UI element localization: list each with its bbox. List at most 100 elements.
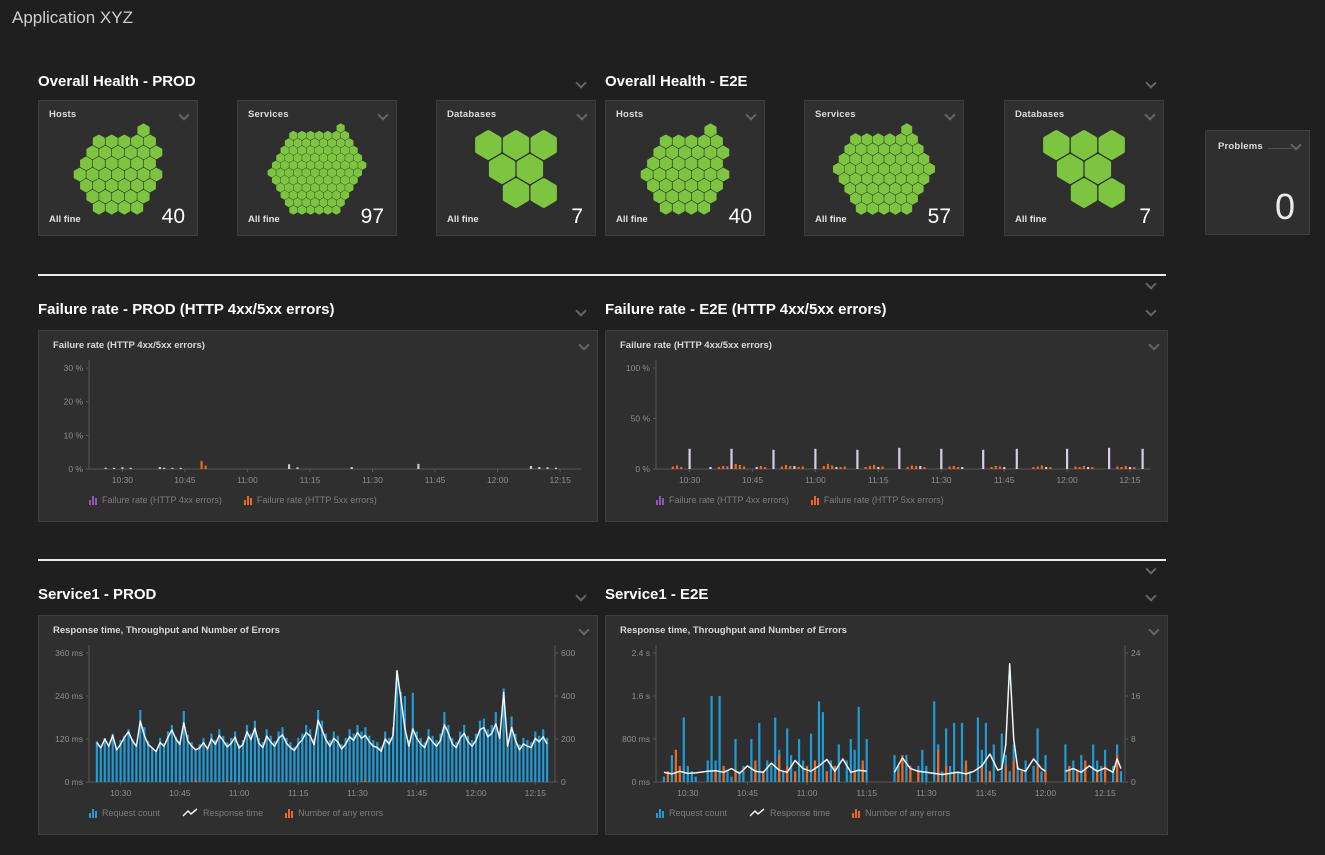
- health-tile-databases-e2e[interactable]: Databases All fine 7: [1004, 100, 1164, 236]
- tile-count: 97: [361, 205, 384, 229]
- legend-item[interactable]: Failure rate (HTTP 4xx errors): [89, 495, 222, 505]
- health-tile-services-prod[interactable]: Services All fine 97: [237, 100, 397, 236]
- section-title-service-e2e: Service1 - E2E: [605, 586, 708, 603]
- legend-item[interactable]: Response time: [749, 808, 830, 818]
- svg-text:11:30: 11:30: [931, 475, 952, 485]
- svg-text:10:45: 10:45: [169, 788, 191, 798]
- svg-text:12:15: 12:15: [525, 788, 547, 798]
- health-tile-hosts-prod[interactable]: Hosts All fine 40: [38, 100, 198, 236]
- chevron-down-icon[interactable]: [1291, 141, 1301, 151]
- svg-text:200: 200: [561, 734, 575, 744]
- chevron-down-icon[interactable]: [1145, 111, 1155, 121]
- svg-text:0 ms: 0 ms: [632, 777, 650, 787]
- chevron-down-icon[interactable]: [1149, 341, 1159, 351]
- svg-text:0: 0: [1131, 777, 1136, 787]
- chart-legend: Request count Response time Number of any …: [89, 808, 383, 818]
- legend-label: Failure rate (HTTP 4xx errors): [669, 495, 789, 505]
- chevron-down-icon[interactable]: [577, 111, 587, 121]
- chevron-down-icon[interactable]: [579, 626, 589, 636]
- bar-series-icon: [89, 809, 97, 818]
- chevron-down-icon[interactable]: [945, 111, 955, 121]
- chevron-down-icon[interactable]: [579, 341, 589, 351]
- legend-label: Failure rate (HTTP 5xx errors): [257, 495, 377, 505]
- bar-series-icon: [811, 496, 819, 505]
- legend-item[interactable]: Failure rate (HTTP 4xx errors): [656, 495, 789, 505]
- tile-label: Services: [815, 109, 856, 120]
- svg-text:50 %: 50 %: [631, 414, 651, 424]
- health-tile-hosts-e2e[interactable]: Hosts All fine 40: [605, 100, 765, 236]
- hexagon-cluster: [446, 123, 586, 215]
- tile-label: Services: [248, 109, 289, 120]
- legend-item[interactable]: Request count: [656, 808, 727, 818]
- chart-legend: Failure rate (HTTP 4xx errors) Failure ra…: [89, 495, 377, 505]
- chart-canvas[interactable]: 0 %50 %100 %10:3010:4511:0011:1511:3011:…: [606, 331, 1167, 521]
- tile-label: Databases: [447, 109, 496, 120]
- svg-text:10:30: 10:30: [112, 475, 134, 485]
- hexagon-cluster: [48, 123, 188, 215]
- chart-tile-service-prod[interactable]: 0 ms120 ms240 ms360 ms020040060010:3010:…: [38, 615, 598, 835]
- svg-text:100 %: 100 %: [626, 363, 651, 373]
- chevron-down-icon[interactable]: [179, 111, 189, 121]
- chevron-down-icon[interactable]: [1146, 565, 1156, 575]
- svg-text:400: 400: [561, 691, 575, 701]
- bar-series-icon: [285, 809, 293, 818]
- svg-text:10:45: 10:45: [174, 475, 196, 485]
- hexagon-cluster: [1014, 123, 1154, 215]
- svg-text:30 %: 30 %: [64, 363, 84, 373]
- legend-item[interactable]: Number of any errors: [285, 808, 383, 818]
- problems-tile[interactable]: Problems 0: [1205, 130, 1310, 235]
- chart-tile-service-e2e[interactable]: 0 ms800 ms1.6 s2.4 s08162410:3010:4511:0…: [605, 615, 1168, 835]
- chevron-down-icon[interactable]: [576, 592, 586, 602]
- svg-text:11:45: 11:45: [406, 788, 427, 798]
- tile-status: All fine: [1015, 214, 1047, 225]
- svg-text:12:00: 12:00: [1035, 788, 1057, 798]
- line-series-icon: [182, 808, 198, 818]
- svg-text:10 %: 10 %: [64, 430, 84, 440]
- legend-item[interactable]: Failure rate (HTTP 5xx errors): [811, 495, 944, 505]
- chevron-down-icon[interactable]: [1149, 626, 1159, 636]
- sparkline-placeholder: [1268, 148, 1292, 149]
- legend-label: Request count: [102, 808, 160, 818]
- health-tile-services-e2e[interactable]: Services All fine 57: [804, 100, 964, 236]
- legend-item[interactable]: Response time: [182, 808, 263, 818]
- svg-text:10:30: 10:30: [677, 788, 699, 798]
- legend-item[interactable]: Request count: [89, 808, 160, 818]
- svg-text:12:15: 12:15: [550, 475, 572, 485]
- health-tile-databases-prod[interactable]: Databases All fine 7: [436, 100, 596, 236]
- chevron-down-icon[interactable]: [1146, 592, 1156, 602]
- chevron-down-icon[interactable]: [1146, 280, 1156, 290]
- chevron-down-icon[interactable]: [746, 111, 756, 121]
- chart-tile-failure-e2e[interactable]: 0 %50 %100 %10:3010:4511:0011:1511:3011:…: [605, 330, 1168, 522]
- tile-count: 40: [162, 205, 185, 229]
- bar-series-icon: [244, 496, 252, 505]
- svg-text:11:00: 11:00: [805, 475, 826, 485]
- chevron-down-icon[interactable]: [1146, 307, 1156, 317]
- chevron-down-icon[interactable]: [576, 307, 586, 317]
- svg-text:11:00: 11:00: [229, 788, 250, 798]
- svg-text:120 ms: 120 ms: [55, 734, 83, 744]
- chevron-down-icon[interactable]: [576, 79, 586, 89]
- legend-label: Number of any errors: [298, 808, 383, 818]
- tile-status: All fine: [447, 214, 479, 225]
- chart-canvas[interactable]: 0 ms800 ms1.6 s2.4 s08162410:3010:4511:0…: [606, 616, 1167, 834]
- chart-canvas[interactable]: 0 ms120 ms240 ms360 ms020040060010:3010:…: [39, 616, 597, 834]
- chevron-down-icon[interactable]: [1146, 79, 1156, 89]
- chart-title: Response time, Throughput and Number of …: [53, 625, 280, 636]
- legend-item[interactable]: Failure rate (HTTP 5xx errors): [244, 495, 377, 505]
- tile-label: Databases: [1015, 109, 1064, 120]
- section-divider: [38, 274, 1166, 276]
- legend-item[interactable]: Number of any errors: [852, 808, 950, 818]
- tile-status: All fine: [248, 214, 280, 225]
- bar-series-icon: [656, 809, 664, 818]
- chart-canvas[interactable]: 0 %10 %20 %30 %10:3010:4511:0011:1511:30…: [39, 331, 597, 521]
- chevron-down-icon[interactable]: [378, 111, 388, 121]
- svg-text:1.6 s: 1.6 s: [632, 691, 650, 701]
- svg-text:0: 0: [561, 777, 566, 787]
- svg-text:12:00: 12:00: [1056, 475, 1078, 485]
- hexagon-cluster: [247, 123, 387, 215]
- chart-tile-failure-prod[interactable]: 0 %10 %20 %30 %10:3010:4511:0011:1511:30…: [38, 330, 598, 522]
- svg-text:12:15: 12:15: [1119, 475, 1141, 485]
- legend-label: Number of any errors: [865, 808, 950, 818]
- tile-status: All fine: [616, 214, 648, 225]
- chart-legend: Failure rate (HTTP 4xx errors) Failure ra…: [656, 495, 944, 505]
